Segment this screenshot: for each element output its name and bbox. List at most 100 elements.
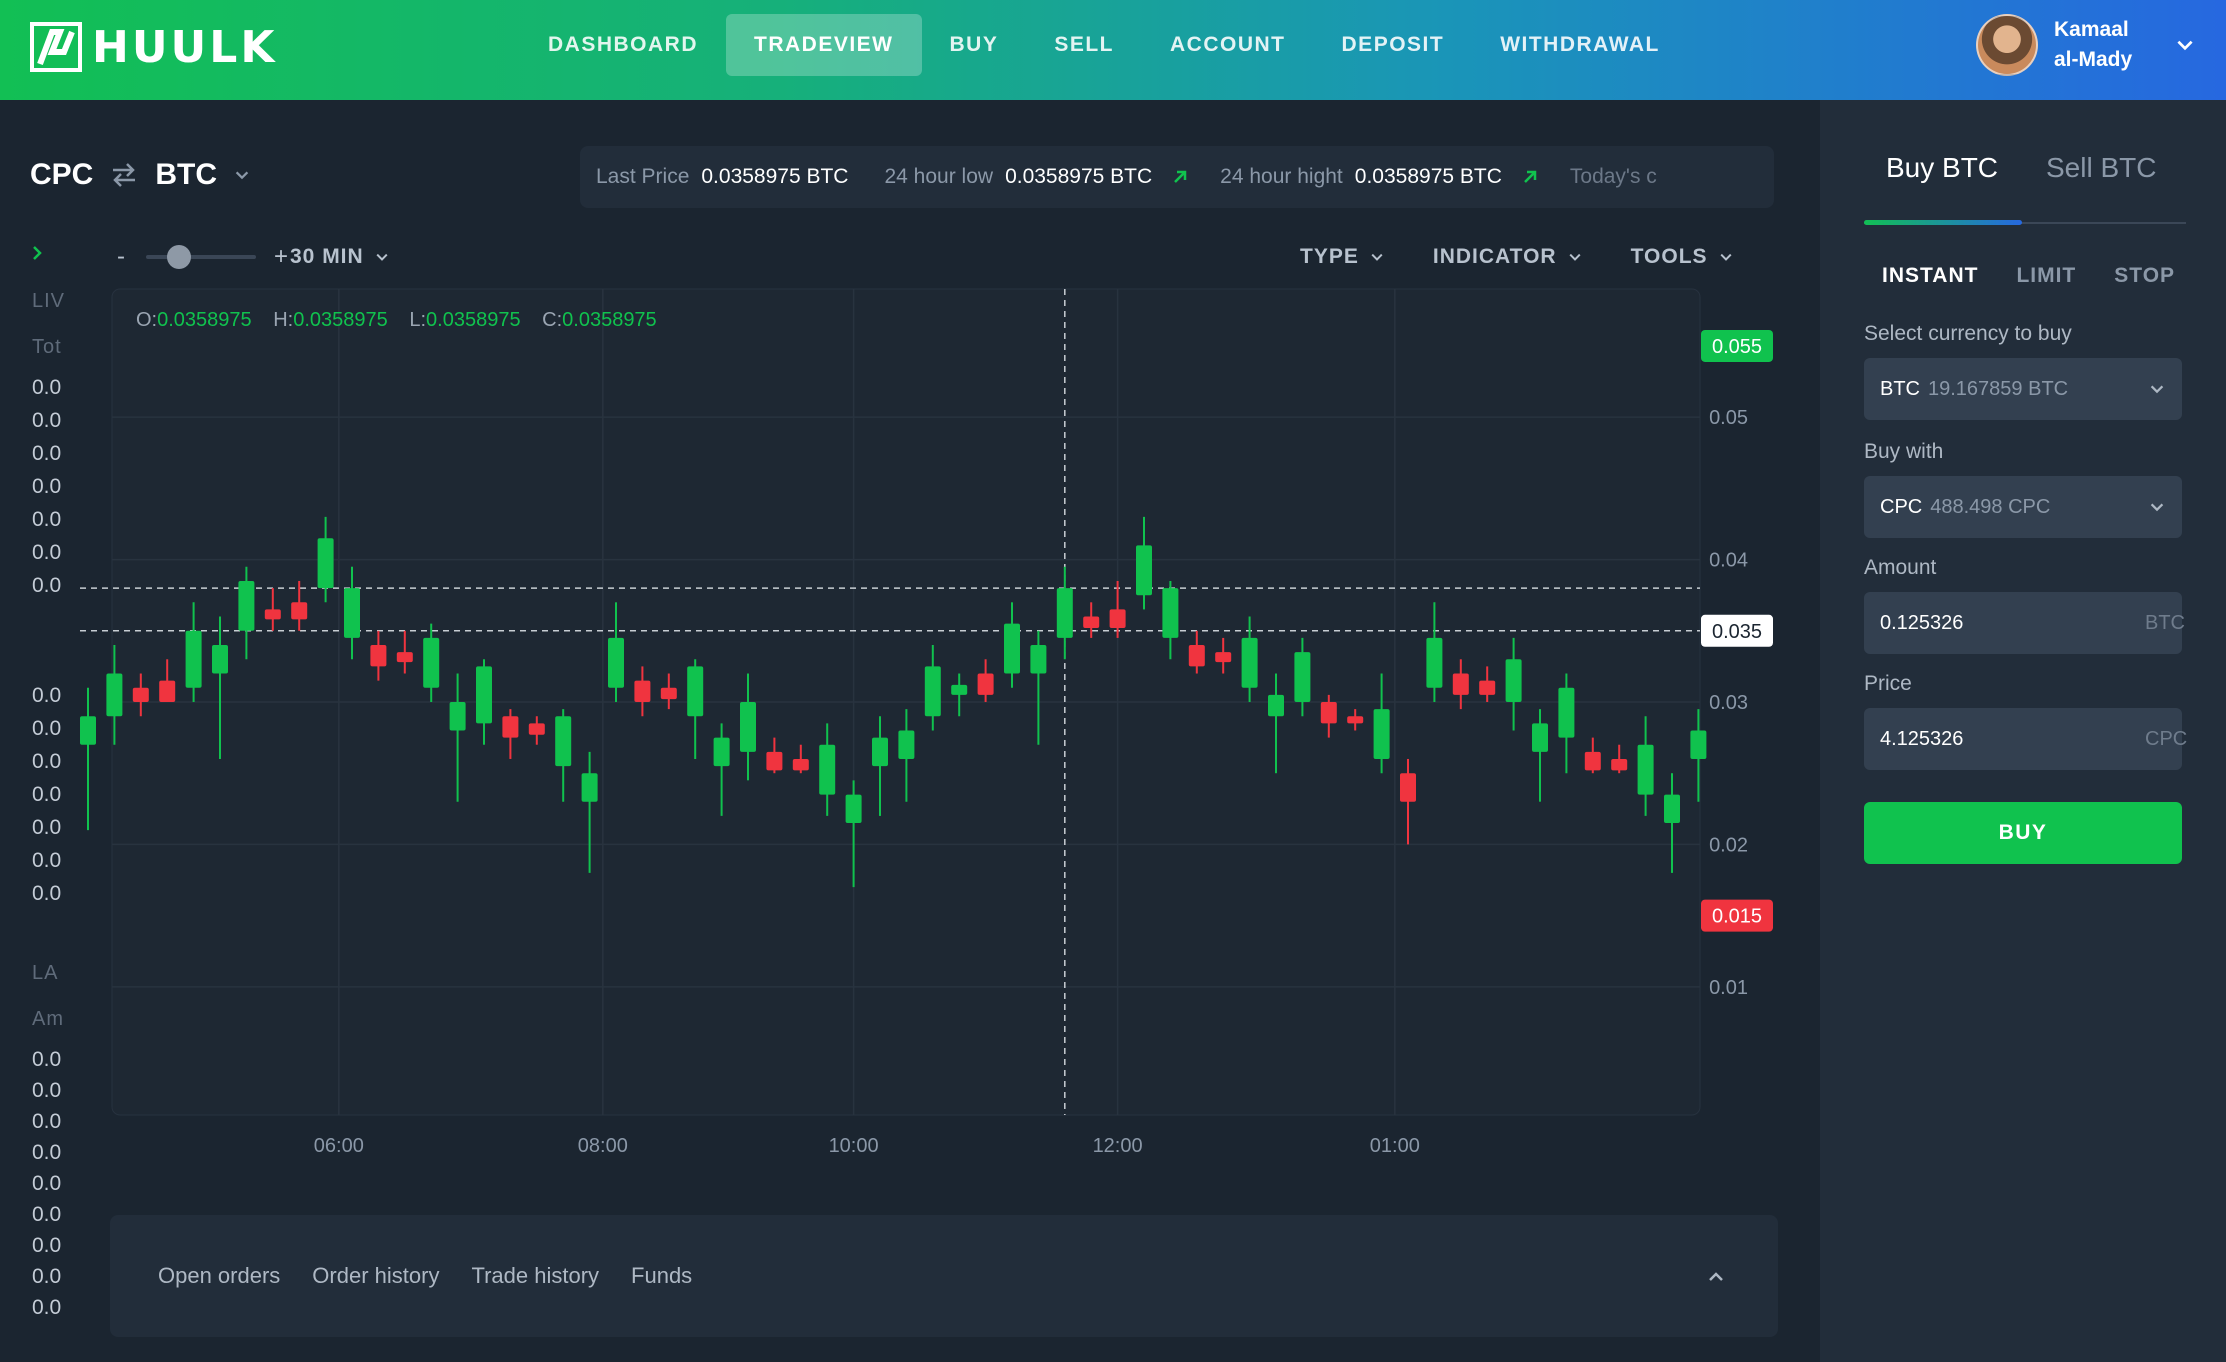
book-value: 0.0	[32, 508, 62, 531]
ohlc-high-value: 0.0358975	[293, 309, 388, 331]
book-value: 0.0	[32, 409, 62, 432]
candle-body	[80, 716, 96, 745]
price-field-wrapper: CPC	[1864, 708, 2187, 770]
y-axis-tick-label: 0.05	[1709, 407, 1748, 429]
interval-selector[interactable]: 30 MIN	[290, 240, 390, 274]
chevron-up-icon[interactable]	[1706, 1267, 1726, 1287]
type-dropdown[interactable]: TYPE	[1300, 245, 1385, 269]
main-nav: DASHBOARD TRADEVIEW BUY SELL ACCOUNT DEP…	[520, 14, 1688, 76]
book-value: 0.0	[32, 574, 62, 597]
zoom-slider-knob[interactable]	[167, 245, 191, 269]
chevron-right-icon[interactable]	[28, 244, 46, 262]
user-menu[interactable]: Kamaal al-Mady	[1976, 14, 2196, 76]
price-tag-label: 0.015	[1712, 906, 1762, 928]
active-tab-indicator	[1864, 220, 2022, 225]
candle-body	[951, 684, 968, 695]
tools-dropdown[interactable]: TOOLS	[1631, 245, 1734, 269]
nav-deposit[interactable]: DEPOSIT	[1314, 14, 1473, 76]
amount-unit: BTC	[2145, 611, 2185, 634]
candle-body	[370, 645, 387, 667]
candle-body	[396, 652, 413, 663]
brand-logo[interactable]: HUULK	[30, 21, 278, 73]
candle-body	[1637, 744, 1654, 795]
chart-tools: TYPE INDICATOR TOOLS	[1300, 240, 1734, 274]
price-tag: 0.015	[1701, 899, 1773, 932]
ohlc-close-label: C:	[542, 309, 562, 331]
candle-body	[1373, 709, 1390, 759]
candle-body	[1109, 609, 1126, 628]
high-value: 0.0358975 BTC	[1354, 165, 1502, 188]
last-price-label: Last Price	[596, 165, 690, 188]
tab-trade-history[interactable]: Trade history	[471, 1263, 599, 1289]
swap-icon[interactable]	[109, 160, 139, 190]
currency-to-buy-select[interactable]: BTC 19.167859 BTC	[1864, 358, 2182, 420]
tab-buy-btc[interactable]: Buy BTC	[1886, 152, 1998, 184]
tab-sell-btc[interactable]: Sell BTC	[2046, 152, 2156, 184]
candle-body	[1083, 616, 1100, 628]
nav-dashboard[interactable]: DASHBOARD	[520, 14, 726, 76]
trade-value: 0.0	[32, 1296, 62, 1319]
tab-open-orders[interactable]: Open orders	[158, 1263, 280, 1289]
ohlc-open-label: O:	[136, 309, 157, 331]
candle-body	[1400, 773, 1416, 802]
high-label: 24 hour hight	[1220, 165, 1343, 188]
candle-body	[291, 602, 308, 620]
buy-with-select[interactable]: CPC 488.498 CPC	[1864, 476, 2182, 538]
trade-value: 0.0	[32, 1141, 62, 1164]
avatar[interactable]	[1976, 14, 2038, 76]
candle-body	[528, 723, 545, 735]
chevron-down-icon[interactable]	[233, 166, 251, 184]
tab-order-history[interactable]: Order history	[312, 1263, 439, 1289]
brand-name: HUULK	[92, 21, 278, 73]
trade-value: 0.0	[32, 1110, 62, 1133]
price-unit: CPC	[2145, 727, 2188, 750]
nav-sell[interactable]: SELL	[1026, 14, 1142, 76]
today-label: Today's c	[1569, 165, 1657, 188]
trade-value: 0.0	[32, 1172, 62, 1195]
nav-buy[interactable]: BUY	[922, 14, 1027, 76]
indicator-label: INDICATOR	[1432, 245, 1557, 268]
zoom-slider[interactable]	[146, 245, 256, 269]
pair-selector[interactable]: CPC BTC	[30, 158, 251, 192]
candle-body	[1004, 623, 1020, 674]
tab-stop[interactable]: STOP	[2114, 264, 2175, 288]
ohlc-close-value: 0.0358975	[562, 309, 657, 331]
candle-body	[1162, 588, 1179, 638]
select-currency-balance: 19.167859 BTC	[1928, 377, 2069, 400]
zoom-out-button[interactable]: -	[112, 243, 130, 271]
nav-tradeview[interactable]: TRADEVIEW	[726, 14, 922, 76]
candle-body	[1188, 645, 1205, 667]
candle-body	[1532, 723, 1548, 752]
candle-body	[1584, 751, 1601, 771]
candle-body	[132, 687, 149, 702]
indicator-dropdown[interactable]: INDICATOR	[1433, 245, 1583, 269]
candle-bullish[interactable]	[80, 687, 96, 831]
ohlc-open-value: 0.0358975	[157, 309, 252, 331]
low-label: 24 hour low	[884, 165, 994, 188]
tab-limit[interactable]: LIMIT	[2016, 264, 2076, 288]
last-price-value: 0.0358975 BTC	[701, 165, 849, 188]
nav-account[interactable]: ACCOUNT	[1142, 14, 1314, 76]
candle-body	[159, 680, 176, 702]
ohlc-low-label: L:	[409, 309, 426, 331]
candle-body	[1056, 588, 1073, 638]
book-value: 0.0	[32, 750, 62, 773]
amount-heading: Am	[32, 1008, 64, 1030]
zoom-control: - +	[112, 240, 290, 274]
candlestick-chart[interactable]: 0.05 0.04 0.03 0.02 0.01 06:00 08:00 10:00 12:0…	[80, 285, 1780, 1165]
tab-instant[interactable]: INSTANT	[1882, 264, 1978, 288]
total-heading: Tot	[32, 336, 62, 358]
buy-button[interactable]: BUY	[1864, 802, 2182, 864]
orders-tabs: Open orders Order history Trade history …	[158, 1263, 692, 1289]
nav-withdrawal[interactable]: WITHDRAWAL	[1472, 14, 1688, 76]
candle-body	[106, 673, 123, 717]
zoom-in-button[interactable]: +	[272, 243, 290, 271]
candle-body	[792, 758, 809, 771]
buy-with-label: Buy with	[1864, 440, 1944, 463]
tab-funds[interactable]: Funds	[631, 1263, 692, 1289]
candle-body	[1268, 694, 1284, 717]
chevron-down-icon[interactable]	[2174, 34, 2196, 56]
price-input[interactable]	[1880, 727, 2145, 751]
x-axis-tick-label: 01:00	[1370, 1135, 1420, 1157]
amount-input[interactable]	[1880, 611, 2145, 635]
